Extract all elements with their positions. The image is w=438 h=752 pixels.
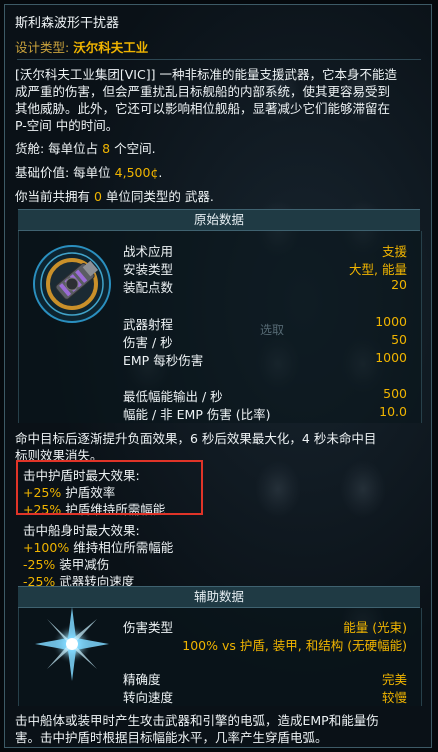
stat-label-turn-rate: 转向速度	[123, 690, 174, 705]
stat-value-range: 1000	[375, 314, 407, 329]
owned-line: 你当前共拥有 0 单位同类型的 武器.	[15, 186, 214, 205]
hull-effect-1-value: +100%	[23, 540, 70, 555]
stat-value-flux-per-second: 500	[383, 386, 407, 401]
owned-suffix: 单位同类型的 武器.	[101, 189, 214, 204]
base-value-suffix: .	[158, 165, 163, 180]
stat-label-mount-type: 安装类型	[123, 262, 174, 277]
stat-value-mount-type: 大型, 能量	[349, 262, 407, 277]
stat-value-tactical-role: 支援	[381, 244, 407, 259]
stat-label-tactical-role: 战术应用	[123, 244, 174, 259]
stat-value-accuracy: 完美	[381, 672, 407, 687]
stat-label-emp-per-second: EMP 每秒伤害	[123, 353, 204, 368]
stat-value-flux-ratio: 10.0	[379, 404, 407, 419]
design-type: 设计类型: 沃尔科夫工业	[15, 37, 148, 56]
base-value-amount: 4,500¢	[114, 165, 159, 180]
design-type-label: 设计类型:	[15, 40, 70, 55]
stat-value-damage-type: 能量 (光束)	[343, 620, 407, 635]
wave-disruptor-weapon-icon	[31, 243, 113, 325]
cargo-line: 货舱: 每单位占 8 个空间.	[15, 138, 156, 157]
stat-label-damage-per-second: 伤害 / 秒	[123, 335, 173, 350]
damage-detail-line: 100% vs 护盾, 装甲, 和结构 (无硬幅能)	[182, 635, 407, 654]
primary-data-header: 原始数据	[18, 209, 420, 231]
background-ship-9	[340, 460, 386, 518]
ghost-select-text: 选取	[260, 323, 285, 337]
description-line-4: P-空间 中的时间。	[15, 118, 119, 133]
cargo-value: 8	[102, 141, 111, 156]
hull-effect-1-text: 维持相位所需幅能	[69, 540, 174, 555]
stat-label-accuracy: 精确度	[123, 672, 161, 687]
stat-label-range: 武器射程	[123, 317, 174, 332]
damage-detail-extra: (无硬幅能)	[347, 638, 407, 653]
owned-prefix: 你当前共拥有	[15, 189, 94, 204]
highlight-box	[16, 460, 203, 515]
divider	[17, 59, 421, 60]
base-value-prefix: 基础价值: 每单位	[15, 165, 115, 180]
weapon-tooltip: 斯利森波形干扰器 设计类型: 沃尔科夫工业 [沃尔科夫工业集团[VIC]] 一种…	[4, 4, 432, 748]
damage-detail-text: vs 护盾, 装甲, 和结构	[218, 638, 348, 653]
hull-effect-2-text: 装甲减伤	[55, 557, 110, 572]
stat-label-ordnance-points: 装配点数	[123, 280, 174, 295]
design-type-value: 沃尔科夫工业	[73, 40, 149, 55]
hull-effect-2-value: -25%	[23, 557, 56, 572]
weapon-title: 斯利森波形干扰器	[15, 16, 120, 31]
owned-count: 0	[93, 189, 102, 204]
stat-value-emp-per-second: 1000	[375, 350, 407, 365]
damage-detail-value: 100%	[182, 638, 218, 653]
energy-lightning-icon	[33, 605, 111, 683]
base-value-line: 基础价值: 每单位 4,500¢.	[15, 162, 162, 181]
stat-value-turn-rate: 较慢	[381, 690, 407, 705]
stat-value-ordnance-points: 20	[391, 277, 407, 292]
cargo-prefix: 货舱: 每单位占	[15, 141, 103, 156]
cargo-suffix: 个空间.	[110, 141, 156, 156]
stat-label-flux-per-second: 最低幅能输出 / 秒	[123, 389, 223, 404]
stat-label-damage-type: 伤害类型	[123, 620, 174, 635]
footer-line-2: 害。击中护盾时根据目标幅能水平，几率产生穿盾电弧。	[15, 730, 328, 745]
stat-value-damage-per-second: 50	[391, 332, 407, 347]
stat-label-flux-ratio: 幅能 / 非 EMP 伤害 (比率)	[123, 407, 271, 422]
background-ship-8	[255, 460, 301, 518]
